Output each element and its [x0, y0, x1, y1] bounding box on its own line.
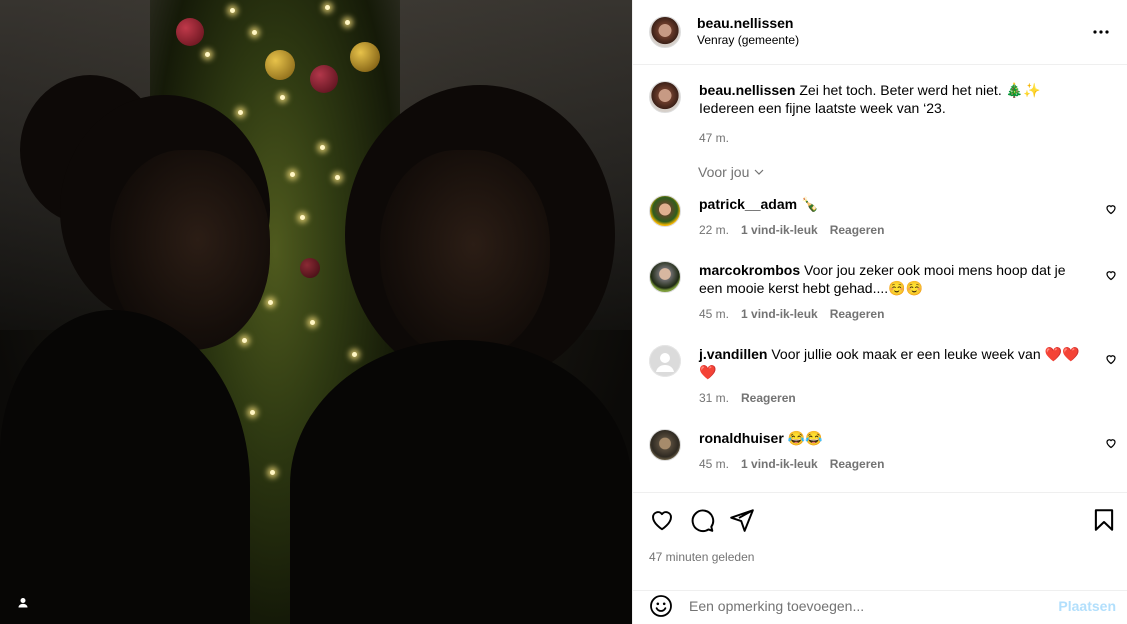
post-location[interactable]: Venray (gemeente) [697, 32, 799, 49]
comments-list[interactable]: beau.nellissen Zei het toch. Beter werd … [633, 66, 1127, 492]
post-timestamp[interactable]: 47 minuten geleden [649, 550, 754, 564]
comment-likes[interactable]: 1 vind-ik-leuk [741, 305, 818, 323]
post-header: beau.nellissen Venray (gemeente) [633, 0, 1127, 65]
post-comment-button[interactable]: Plaatsen [1058, 598, 1116, 614]
comment-item: j.vandillen Voor jullie ook maak er een … [649, 345, 1117, 415]
post-author[interactable]: beau.nellissen [697, 15, 799, 32]
tree-light [345, 20, 350, 25]
ornament [176, 18, 204, 46]
tree-light [300, 215, 305, 220]
add-comment-bar: Plaatsen [633, 590, 1127, 624]
reply-button[interactable]: Reageren [830, 455, 885, 473]
comment-item: patrick__adam 🍾 22 m. 1 vind-ik-leuk Rea… [649, 195, 1117, 245]
tree-light [205, 52, 210, 57]
ornament [350, 42, 380, 72]
ornament [310, 65, 338, 93]
post-caption: beau.nellissen Zei het toch. Beter werd … [649, 81, 1117, 161]
reply-button[interactable]: Reageren [830, 305, 885, 323]
comment-input[interactable] [689, 595, 1049, 617]
sort-label: Voor jou [698, 164, 750, 180]
default-avatar-icon [649, 345, 681, 377]
tree-light [238, 110, 243, 115]
tree-light [270, 470, 275, 475]
bookmark-icon[interactable] [1091, 507, 1117, 533]
comment-item: ronaldhuiser 😂😂 45 m. 1 vind-ik-leuk Rea… [649, 429, 1117, 479]
comment-text: 😂😂 [787, 430, 823, 446]
avatar[interactable] [649, 81, 681, 113]
heart-icon[interactable] [1105, 437, 1117, 449]
tree-light [310, 320, 315, 325]
comment-author[interactable]: ronaldhuiser [699, 430, 784, 446]
tree-light [320, 145, 325, 150]
comment-time[interactable]: 45 m. [699, 455, 729, 473]
comment-time[interactable]: 45 m. [699, 305, 729, 323]
comment-author[interactable]: j.vandillen [699, 346, 767, 362]
tree-light [352, 352, 357, 357]
comment-likes[interactable]: 1 vind-ik-leuk [741, 221, 818, 239]
avatar[interactable] [649, 345, 681, 377]
tree-light [335, 175, 340, 180]
comment-likes[interactable]: 1 vind-ik-leuk [741, 455, 818, 473]
heart-icon[interactable] [1105, 269, 1117, 281]
comment-author[interactable]: patrick__adam [699, 196, 797, 212]
avatar[interactable] [649, 261, 681, 293]
user-tag-icon[interactable] [14, 594, 32, 612]
comment-sort-dropdown[interactable]: Voor jou [698, 164, 765, 180]
tree-light [325, 5, 330, 10]
tree-light [242, 338, 247, 343]
post-viewer: beau.nellissen Venray (gemeente) beau.ne… [0, 0, 1127, 624]
heart-icon[interactable] [1105, 353, 1117, 365]
reply-button[interactable]: Reageren [830, 221, 885, 239]
post-actions-bar: 47 minuten geleden [633, 492, 1127, 590]
more-options-icon[interactable] [1089, 20, 1113, 44]
comment-time[interactable]: 31 m. [699, 389, 729, 407]
tree-light [268, 300, 273, 305]
comment-item: marcokrombos Voor jou zeker ook mooi men… [649, 261, 1117, 331]
tree-light [250, 410, 255, 415]
tree-light [230, 8, 235, 13]
comment-text: 🍾 [800, 196, 819, 212]
comment-icon[interactable] [689, 507, 715, 533]
emoji-icon[interactable] [649, 594, 673, 618]
caption-time[interactable]: 47 m. [699, 129, 729, 147]
tree-light [290, 172, 295, 177]
avatar[interactable] [649, 195, 681, 227]
comment-time[interactable]: 22 m. [699, 221, 729, 239]
avatar[interactable] [649, 429, 681, 461]
send-icon[interactable] [729, 507, 755, 533]
ornament [300, 258, 320, 278]
caption-author[interactable]: beau.nellissen [699, 82, 795, 98]
tree-light [280, 95, 285, 100]
ornament [265, 50, 295, 80]
post-photo[interactable] [0, 0, 632, 624]
heart-icon[interactable] [1105, 203, 1117, 215]
person-right-face [380, 150, 550, 360]
person-right-body [290, 340, 632, 624]
heart-icon[interactable] [649, 507, 675, 533]
chevron-down-icon [754, 169, 764, 175]
comment-author[interactable]: marcokrombos [699, 262, 800, 278]
post-side-panel: beau.nellissen Venray (gemeente) beau.ne… [632, 0, 1127, 624]
avatar[interactable] [649, 16, 681, 48]
tree-light [252, 30, 257, 35]
reply-button[interactable]: Reageren [741, 389, 796, 407]
